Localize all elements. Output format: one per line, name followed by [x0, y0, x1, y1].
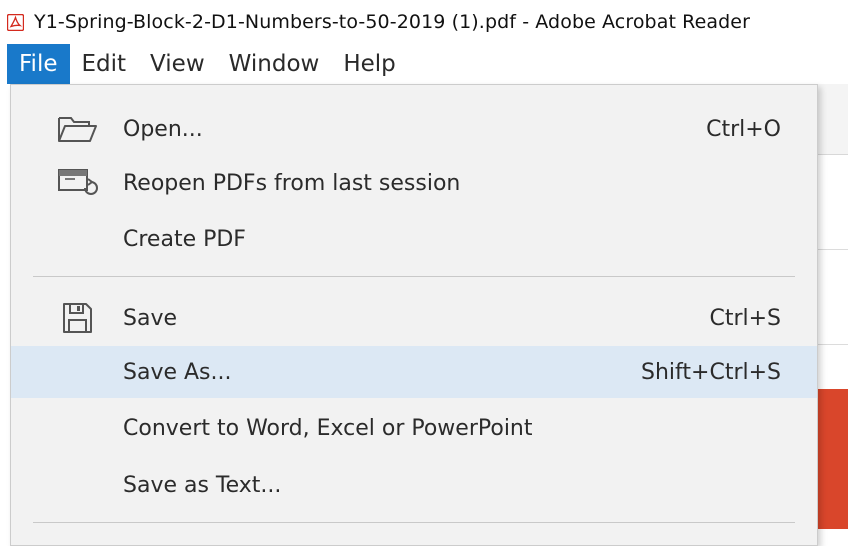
- window-titlebar: Y1-Spring-Block-2-D1-Numbers-to-50-2019 …: [0, 0, 848, 44]
- divider: [818, 344, 848, 345]
- menu-item-save-as-text[interactable]: Save as Text...: [11, 459, 817, 511]
- menu-separator: [33, 276, 795, 277]
- menu-separator: [33, 522, 795, 523]
- divider: [818, 249, 848, 250]
- menu-file[interactable]: File: [7, 44, 70, 84]
- menu-item-shortcut: Shift+Ctrl+S: [641, 359, 781, 385]
- menu-item-label: Reopen PDFs from last session: [123, 170, 461, 196]
- file-menu-dropdown: Open... Ctrl+O Reopen PDFs from last ses…: [10, 84, 818, 546]
- menu-item-open[interactable]: Open... Ctrl+O: [11, 103, 817, 155]
- menu-item-label: Save: [123, 305, 178, 331]
- menu-item-label: Save As...: [123, 359, 232, 385]
- menu-item-label: Convert to Word, Excel or PowerPoint: [123, 415, 533, 441]
- menu-window[interactable]: Window: [217, 44, 332, 84]
- menu-item-convert-to-office[interactable]: Convert to Word, Excel or PowerPoint: [11, 402, 817, 454]
- menu-item-label: Save as Text...: [123, 472, 282, 498]
- menu-item-reopen-pdfs[interactable]: Reopen PDFs from last session: [11, 157, 817, 209]
- menu-item-label: Open...: [123, 116, 203, 142]
- menu-item-label: Create PDF: [123, 226, 246, 252]
- menu-item-shortcut: Ctrl+S: [709, 305, 781, 331]
- menu-edit[interactable]: Edit: [70, 44, 139, 84]
- menu-view[interactable]: View: [138, 44, 217, 84]
- menu-item-create-pdf[interactable]: Create PDF: [11, 213, 817, 265]
- document-area-background: [818, 84, 848, 531]
- toolbar-background: [818, 84, 848, 155]
- save-floppy-icon: [55, 298, 99, 338]
- reopen-session-icon: [55, 163, 99, 203]
- window-title: Y1-Spring-Block-2-D1-Numbers-to-50-2019 …: [34, 11, 750, 33]
- menu-item-shortcut: Ctrl+O: [706, 116, 781, 142]
- folder-open-icon: [55, 109, 99, 149]
- document-red-banner: [818, 389, 848, 529]
- menu-item-save[interactable]: Save Ctrl+S: [11, 292, 817, 344]
- menu-item-save-as[interactable]: Save As... Shift+Ctrl+S: [11, 346, 817, 398]
- menu-bar: File Edit View Window Help: [0, 44, 848, 84]
- menu-help[interactable]: Help: [331, 44, 407, 84]
- acrobat-pdf-icon: [7, 13, 24, 31]
